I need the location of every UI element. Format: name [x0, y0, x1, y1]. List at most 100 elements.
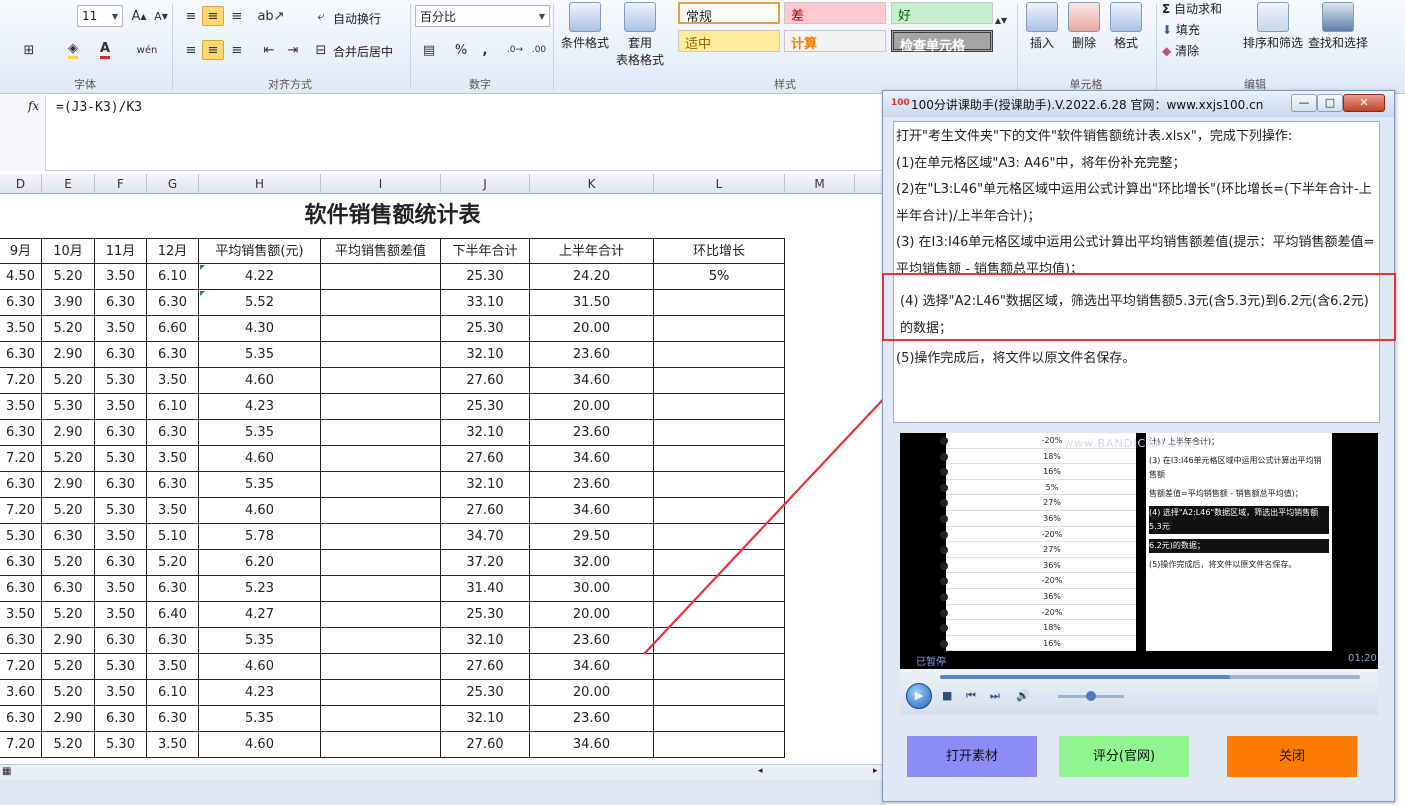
header-cell[interactable]: 上半年合计	[530, 238, 654, 264]
table-cell[interactable]	[321, 446, 441, 472]
table-cell[interactable]: 6.30	[95, 550, 147, 576]
previous-icon[interactable]: ⏮	[966, 689, 976, 703]
table-cell[interactable]	[654, 576, 785, 602]
table-cell[interactable]: 5.20	[42, 654, 95, 680]
table-cell[interactable]: 3.50	[147, 368, 199, 394]
close-window-button[interactable]: ✕	[1343, 94, 1385, 112]
table-cell[interactable]: 5.52	[199, 290, 321, 316]
table-cell[interactable]: 3.50	[147, 732, 199, 758]
insert-function-button[interactable]: fx	[0, 95, 46, 171]
table-cell[interactable]: 6.30	[147, 420, 199, 446]
table-cell[interactable]	[654, 524, 785, 550]
table-cell[interactable]: 4.60	[199, 732, 321, 758]
table-cell[interactable]	[321, 264, 441, 290]
increase-decimal-icon[interactable]: .0→	[504, 40, 526, 60]
table-cell[interactable]	[321, 342, 441, 368]
table-cell[interactable]: 30.00	[530, 576, 654, 602]
table-cell[interactable]	[321, 290, 441, 316]
wrap-text-icon[interactable]: ⤶	[310, 6, 332, 26]
table-cell[interactable]: 5.35	[199, 472, 321, 498]
header-cell[interactable]: 环比增长	[654, 238, 785, 264]
column-header-j[interactable]: J	[441, 174, 530, 194]
table-cell[interactable]: 20.00	[530, 394, 654, 420]
table-cell[interactable]	[654, 394, 785, 420]
next-icon[interactable]: ⏭	[990, 689, 1000, 703]
table-format-button[interactable]: 套用 表格格式	[612, 2, 668, 72]
table-cell[interactable]: 32.10	[441, 706, 530, 732]
column-header-h[interactable]: H	[199, 174, 321, 194]
table-cell[interactable]: 2.90	[42, 472, 95, 498]
align-bottom-icon[interactable]: ≡	[226, 6, 248, 26]
header-cell[interactable]: 9月	[0, 238, 42, 264]
table-cell[interactable]: 6.30	[95, 290, 147, 316]
table-cell[interactable]: 25.30	[441, 602, 530, 628]
table-cell[interactable]: 6.10	[147, 394, 199, 420]
table-cell[interactable]: 5.20	[42, 498, 95, 524]
sheet-title[interactable]: 软件销售额统计表	[0, 194, 785, 238]
table-cell[interactable]: 6.30	[0, 290, 42, 316]
header-cell[interactable]: 12月	[147, 238, 199, 264]
table-cell[interactable]: 6.60	[147, 316, 199, 342]
table-cell[interactable]: 20.00	[530, 680, 654, 706]
table-cell[interactable]: 3.50	[0, 394, 42, 420]
autosum-button[interactable]: Σ 自动求和	[1162, 0, 1222, 17]
table-cell[interactable]: 6.30	[147, 290, 199, 316]
table-cell[interactable]: 5.30	[95, 654, 147, 680]
table-cell[interactable]: 3.50	[95, 394, 147, 420]
table-cell[interactable]	[654, 550, 785, 576]
table-cell[interactable]: 5.20	[42, 446, 95, 472]
table-cell[interactable]	[654, 316, 785, 342]
merge-center-label[interactable]: 合并后居中	[333, 43, 393, 60]
table-cell[interactable]: 6.30	[147, 706, 199, 732]
column-header-k[interactable]: K	[530, 174, 654, 194]
table-cell[interactable]	[321, 550, 441, 576]
table-cell[interactable]: 6.30	[42, 524, 95, 550]
conditional-format-button[interactable]: 条件格式	[557, 2, 613, 72]
table-cell[interactable]: 6.30	[0, 342, 42, 368]
header-cell[interactable]: 平均销售额(元)	[199, 238, 321, 264]
table-cell[interactable]	[654, 446, 785, 472]
table-cell[interactable]: 5.20	[42, 316, 95, 342]
styles-scroll-icon[interactable]: ▲▼	[994, 10, 1008, 30]
table-cell[interactable]: 2.90	[42, 706, 95, 732]
table-cell[interactable]	[654, 680, 785, 706]
table-cell[interactable]	[654, 628, 785, 654]
table-cell[interactable]	[654, 342, 785, 368]
decrease-decimal-icon[interactable]: .00	[528, 40, 550, 60]
table-cell[interactable]	[321, 628, 441, 654]
percent-style-icon[interactable]: %	[450, 40, 472, 60]
table-cell[interactable]	[654, 472, 785, 498]
decrease-indent-icon[interactable]: ⇤	[258, 40, 280, 60]
fill-color-icon[interactable]: ◈	[62, 40, 84, 60]
table-cell[interactable]: 34.60	[530, 368, 654, 394]
wrap-text-label[interactable]: 自动换行	[333, 10, 381, 27]
minimize-button[interactable]: —	[1291, 94, 1317, 112]
score-button[interactable]: 评分(官网)	[1059, 736, 1189, 777]
table-cell[interactable]: 3.50	[147, 498, 199, 524]
merge-center-icon[interactable]: ⊟	[310, 40, 332, 60]
open-material-button[interactable]: 打开素材	[907, 736, 1037, 777]
table-cell[interactable]	[321, 498, 441, 524]
table-cell[interactable]: 5.30	[95, 732, 147, 758]
table-cell[interactable]: 33.10	[441, 290, 530, 316]
table-cell[interactable]: 23.60	[530, 342, 654, 368]
table-cell[interactable]	[321, 576, 441, 602]
header-cell[interactable]: 10月	[42, 238, 95, 264]
font-color-icon[interactable]: A	[94, 40, 116, 60]
style-calc[interactable]: 计算	[784, 30, 886, 52]
table-cell[interactable]: 5.20	[42, 602, 95, 628]
table-cell[interactable]: 5.20	[42, 264, 95, 290]
table-cell[interactable]: 4.30	[199, 316, 321, 342]
scroll-right-icon[interactable]: ▸	[873, 766, 878, 776]
column-header-f[interactable]: F	[95, 174, 147, 194]
fill-button[interactable]: ⬇ 填充	[1162, 21, 1200, 38]
table-cell[interactable]: 3.50	[95, 264, 147, 290]
table-cell[interactable]	[321, 706, 441, 732]
table-cell[interactable]	[321, 732, 441, 758]
table-cell[interactable]: 3.50	[95, 576, 147, 602]
table-cell[interactable]: 20.00	[530, 602, 654, 628]
table-cell[interactable]: 6.10	[147, 264, 199, 290]
table-cell[interactable]: 6.30	[0, 420, 42, 446]
table-cell[interactable]: 6.30	[147, 342, 199, 368]
table-cell[interactable]	[654, 654, 785, 680]
